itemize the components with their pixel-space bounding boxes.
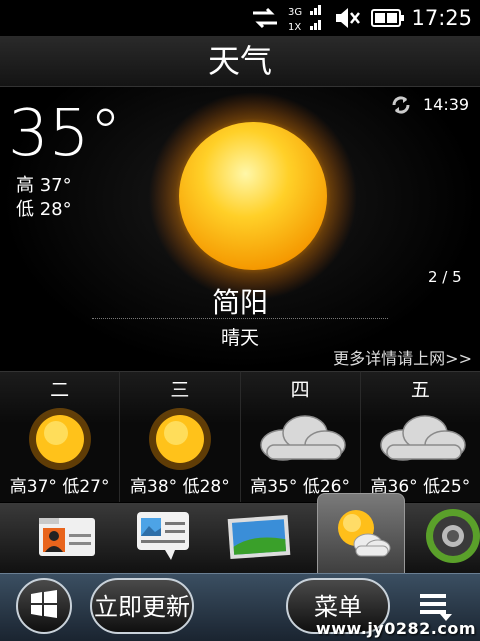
forecast-strip: 二 高37° 低27° 三 高38° 低28° 四 高35° 低26° 五 高3… (0, 371, 480, 502)
city-divider (92, 318, 388, 319)
sun-icon (0, 404, 120, 474)
forecast-range: 高37° 低27° (9, 477, 110, 497)
menu-list-icon[interactable] (418, 590, 454, 622)
bottom-command-bar: 立即更新 菜单 www.jy0282.com (0, 573, 480, 641)
tab-contacts[interactable] (24, 503, 110, 573)
messages-icon (135, 510, 191, 566)
tab-weather[interactable] (317, 493, 405, 574)
forecast-day-label: 四 (290, 379, 310, 401)
data-transfer-icon (250, 0, 280, 36)
current-temperature: 35° (8, 97, 122, 171)
windows-logo-icon (29, 590, 59, 622)
contacts-icon (37, 514, 97, 562)
forecast-day[interactable]: 四 高35° 低26° (240, 371, 361, 502)
volume-muted-icon[interactable] (332, 0, 362, 36)
update-now-button[interactable]: 立即更新 (90, 578, 194, 634)
network-sub-label: 1X (288, 22, 301, 33)
more-details-link[interactable]: 更多详情请上网>> (333, 345, 472, 369)
forecast-day[interactable]: 二 高37° 低27° (0, 371, 121, 502)
forecast-day-label: 三 (170, 379, 190, 401)
forecast-day-label: 五 (410, 379, 430, 401)
tab-settings[interactable] (410, 503, 480, 573)
weather-icon (330, 504, 392, 564)
forecast-day[interactable]: 三 高38° 低28° (120, 371, 241, 502)
tab-messages[interactable] (120, 503, 206, 573)
page-title: 天气 (0, 36, 480, 87)
forecast-day[interactable]: 五 高36° 低25° (360, 371, 480, 502)
tab-photos[interactable] (216, 503, 302, 573)
cloud-icon (361, 404, 480, 474)
current-weather-panel[interactable]: 35° 高 37° 低 28° 14:39 2 / 5 简阳 晴天 更多详情请上… (0, 87, 480, 370)
network-label: 3G (288, 7, 302, 18)
settings-icon (423, 506, 480, 570)
start-button[interactable] (16, 578, 72, 634)
updated-time: 14:39 (423, 95, 470, 114)
site-watermark: www.jy0282.com (315, 619, 476, 638)
status-clock[interactable]: 17:25 (411, 0, 472, 36)
status-bar: 3G 1X 17:25 (0, 0, 480, 36)
sun-icon (120, 404, 240, 474)
city-name: 简阳 (211, 286, 268, 319)
photos-icon (225, 511, 293, 565)
app-tab-bar (0, 493, 480, 574)
forecast-day-label: 二 (50, 379, 70, 401)
forecast-range: 高38° 低28° (130, 477, 230, 497)
today-high: 高 37° (16, 175, 72, 196)
refresh-icon[interactable] (390, 94, 412, 116)
cloud-icon (241, 404, 361, 474)
battery-icon[interactable] (370, 0, 406, 36)
today-low: 低 28° (16, 199, 72, 220)
signal-icon: 3G 1X (288, 0, 324, 36)
sun-icon (148, 91, 358, 301)
